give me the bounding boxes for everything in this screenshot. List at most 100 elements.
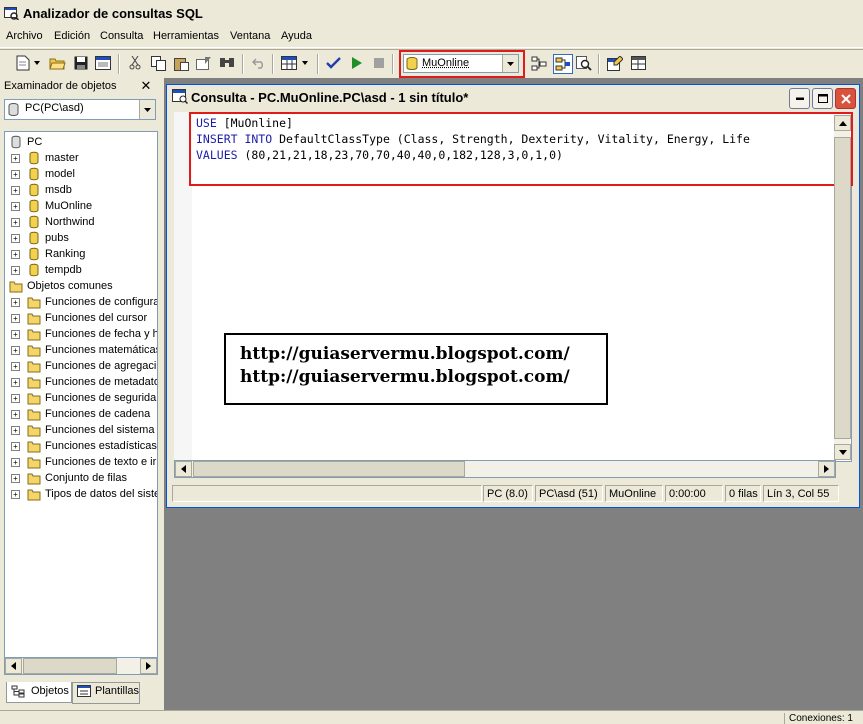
find-icon[interactable] bbox=[218, 54, 236, 72]
expand-icon[interactable]: + bbox=[11, 362, 20, 371]
tree-node[interactable]: + Tipos de datos del siste bbox=[5, 487, 157, 503]
menu-edicion[interactable]: Edición bbox=[54, 30, 90, 42]
tree-node[interactable]: + Funciones de configura bbox=[5, 295, 157, 311]
close-icon[interactable] bbox=[835, 88, 856, 109]
tab-objetos[interactable]: Objetos bbox=[6, 682, 72, 703]
expand-icon[interactable]: + bbox=[11, 234, 20, 243]
tree-node[interactable]: + Ranking bbox=[5, 247, 157, 263]
chevron-down-icon[interactable] bbox=[139, 100, 155, 119]
undo-icon[interactable] bbox=[250, 54, 268, 72]
menu-herramientas[interactable]: Herramientas bbox=[153, 30, 219, 42]
tree-node-label: Funciones de configura bbox=[45, 296, 158, 308]
tree-node[interactable]: + Funciones de segurida bbox=[5, 391, 157, 407]
tree-node[interactable]: + Funciones de texto e ir bbox=[5, 455, 157, 471]
expand-icon[interactable]: + bbox=[11, 490, 20, 499]
tree-node[interactable]: Objetos comunes bbox=[5, 279, 157, 295]
paste-icon[interactable] bbox=[172, 54, 190, 72]
scroll-right-icon[interactable] bbox=[140, 658, 157, 674]
tab-plantillas[interactable]: Plantillas bbox=[72, 682, 140, 704]
tree-node[interactable]: + MuOnline bbox=[5, 199, 157, 215]
minimize-icon[interactable] bbox=[789, 88, 810, 109]
tree-node[interactable]: + pubs bbox=[5, 231, 157, 247]
parse-query-check-icon[interactable] bbox=[324, 54, 342, 72]
tree-horizontal-scrollbar[interactable] bbox=[4, 657, 158, 675]
cut-icon[interactable] bbox=[126, 54, 144, 72]
tree-node[interactable]: + Funciones de agregaci bbox=[5, 359, 157, 375]
tree-node[interactable]: + Funciones de metadato bbox=[5, 375, 157, 391]
object-search-icon[interactable] bbox=[553, 54, 573, 74]
expand-icon[interactable]: + bbox=[11, 170, 20, 179]
expand-icon[interactable]: + bbox=[11, 186, 20, 195]
open-folder-icon[interactable] bbox=[48, 54, 66, 72]
object-browser-icon[interactable] bbox=[530, 54, 548, 72]
menu-ayuda[interactable]: Ayuda bbox=[281, 30, 312, 42]
expand-icon[interactable]: + bbox=[11, 202, 20, 211]
expand-icon[interactable]: + bbox=[11, 378, 20, 387]
scrollbar-thumb[interactable] bbox=[193, 461, 465, 477]
database-selector[interactable]: MuOnline bbox=[403, 54, 519, 73]
close-icon[interactable]: ✕ bbox=[138, 79, 154, 93]
editor-vertical-scrollbar[interactable] bbox=[834, 115, 851, 460]
expand-icon[interactable]: + bbox=[11, 298, 20, 307]
new-query-dropdown-icon[interactable] bbox=[32, 54, 42, 72]
load-script-icon[interactable] bbox=[94, 54, 112, 72]
tree-node[interactable]: + Funciones matemáticas bbox=[5, 343, 157, 359]
editor-horizontal-scrollbar[interactable] bbox=[174, 460, 836, 478]
tree-node[interactable]: + Funciones estadísticas bbox=[5, 439, 157, 455]
chevron-down-icon[interactable] bbox=[502, 55, 518, 72]
server-selector[interactable]: PC(PC\asd) bbox=[4, 99, 156, 120]
tree-node[interactable]: + Northwind bbox=[5, 215, 157, 231]
tree-node[interactable]: + Conjunto de filas bbox=[5, 471, 157, 487]
tree-node[interactable]: + tempdb bbox=[5, 263, 157, 279]
tree-node[interactable]: + Funciones del sistema bbox=[5, 423, 157, 439]
show-results-pane-icon[interactable] bbox=[629, 54, 647, 72]
expand-icon[interactable]: + bbox=[11, 410, 20, 419]
scroll-left-icon[interactable] bbox=[5, 658, 22, 674]
scroll-up-icon[interactable] bbox=[834, 115, 851, 131]
tree-node[interactable]: + model bbox=[5, 167, 157, 183]
status-rows: 0 filas bbox=[725, 485, 761, 502]
new-query-icon[interactable] bbox=[14, 54, 32, 72]
tree-node-label: Funciones de cadena bbox=[45, 408, 151, 420]
scrollbar-thumb[interactable] bbox=[23, 658, 117, 674]
tree-node[interactable]: + Funciones de cadena bbox=[5, 407, 157, 423]
expand-icon[interactable]: + bbox=[11, 442, 20, 451]
menu-consulta[interactable]: Consulta bbox=[100, 30, 143, 42]
expand-icon[interactable]: + bbox=[11, 346, 20, 355]
expand-icon[interactable]: + bbox=[11, 330, 20, 339]
menu-archivo[interactable]: Archivo bbox=[6, 30, 43, 42]
tree-node[interactable]: + Funciones de fecha y h bbox=[5, 327, 157, 343]
expand-icon[interactable]: + bbox=[11, 458, 20, 467]
execute-query-icon[interactable] bbox=[348, 54, 366, 72]
expand-icon[interactable]: + bbox=[11, 474, 20, 483]
expand-icon[interactable]: + bbox=[11, 250, 20, 259]
current-connection-properties-icon[interactable] bbox=[606, 54, 624, 72]
app-title: Analizador de consultas SQL bbox=[23, 6, 203, 21]
clear-window-icon[interactable] bbox=[195, 54, 213, 72]
scroll-down-icon[interactable] bbox=[834, 444, 851, 460]
menu-ventana[interactable]: Ventana bbox=[230, 30, 270, 42]
tree-node[interactable]: PC bbox=[5, 135, 157, 151]
database-icon bbox=[29, 167, 39, 181]
tree-node[interactable]: + Funciones del cursor bbox=[5, 311, 157, 327]
expand-icon[interactable]: + bbox=[11, 218, 20, 227]
tree-node-label: Ranking bbox=[45, 248, 86, 260]
scrollbar-thumb[interactable] bbox=[834, 137, 851, 439]
scroll-right-icon[interactable] bbox=[818, 461, 835, 477]
cancel-query-icon[interactable] bbox=[370, 54, 388, 72]
results-grid-icon[interactable] bbox=[280, 54, 298, 72]
query-window-title-bar[interactable]: Consulta - PC.MuOnline.PC\asd - 1 sin tí… bbox=[167, 85, 859, 109]
scroll-left-icon[interactable] bbox=[175, 461, 192, 477]
tree-node[interactable]: + master bbox=[5, 151, 157, 167]
copy-icon[interactable] bbox=[149, 54, 167, 72]
save-icon[interactable] bbox=[72, 54, 90, 72]
expand-icon[interactable]: + bbox=[11, 266, 20, 275]
expand-icon[interactable]: + bbox=[11, 394, 20, 403]
expand-icon[interactable]: + bbox=[11, 426, 20, 435]
expand-icon[interactable]: + bbox=[11, 154, 20, 163]
expand-icon[interactable]: + bbox=[11, 314, 20, 323]
search-icon[interactable] bbox=[575, 54, 593, 72]
results-mode-dropdown-icon[interactable] bbox=[300, 54, 310, 72]
tree-node[interactable]: + msdb bbox=[5, 183, 157, 199]
maximize-icon[interactable] bbox=[812, 88, 833, 109]
